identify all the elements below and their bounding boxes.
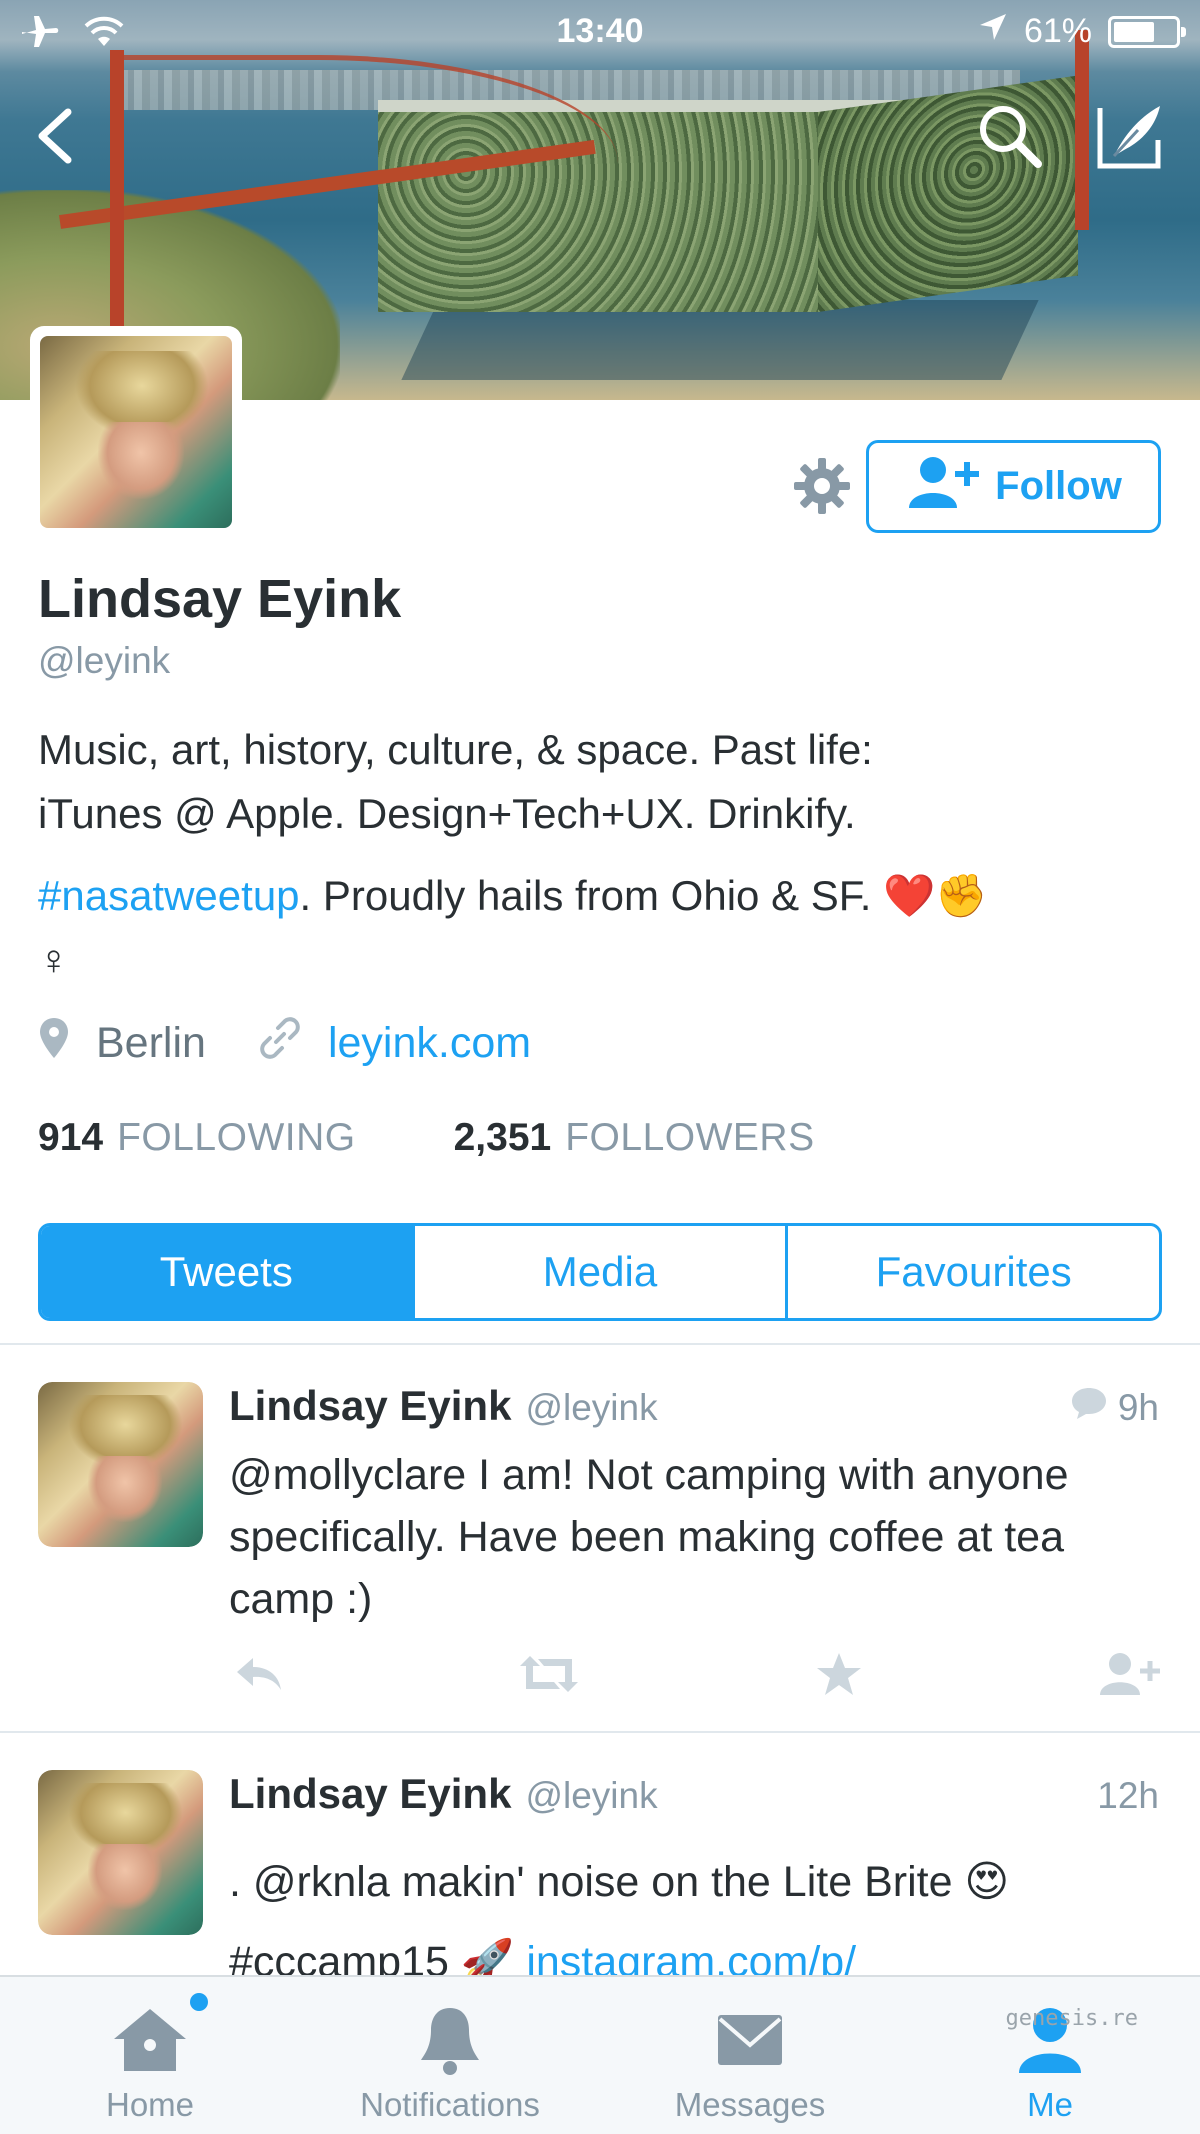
- chevron-left-icon: [32, 106, 76, 171]
- followers-label: FOLLOWERS: [565, 1116, 815, 1159]
- settings-button[interactable]: [790, 456, 854, 520]
- tweet-time-text: 9h: [1117, 1386, 1159, 1428]
- tweet-author-name: Lindsay Eyink: [229, 1382, 512, 1429]
- tweet[interactable]: Lindsay Eyink @leyink 12h . @rknla makin…: [0, 1770, 1200, 1986]
- profile-bio: Music, art, history, culture, & space. P…: [38, 718, 1168, 992]
- star-icon: [815, 1651, 863, 1702]
- search-icon: [976, 102, 1044, 175]
- profile-handle: @leyink: [38, 640, 171, 681]
- avatar-photo: [38, 1382, 203, 1547]
- following-stat[interactable]: 914 FOLLOWING: [38, 1116, 356, 1160]
- profile-meta: Berlin leyink.com: [38, 1016, 531, 1071]
- tab-home[interactable]: Home: [0, 1977, 300, 2134]
- add-user-icon: [1098, 1651, 1160, 1702]
- tweet-timestamp: 12h: [1097, 1775, 1159, 1816]
- bio-line: Music, art, history, culture, & space. P…: [38, 726, 873, 773]
- tab-tweets[interactable]: Tweets: [41, 1226, 412, 1318]
- envelope-icon: [716, 2000, 784, 2080]
- follow-user-button[interactable]: [1098, 1646, 1160, 1706]
- profile-name: Lindsay Eyink: [38, 569, 402, 629]
- tweet-avatar[interactable]: [38, 1770, 203, 1935]
- location-arrow-icon: [978, 12, 1008, 51]
- tab-me-label: Me: [1027, 2086, 1073, 2123]
- following-label: FOLLOWING: [117, 1116, 356, 1159]
- battery-icon: [1108, 15, 1186, 48]
- location-pin-icon: [38, 1016, 70, 1071]
- compose-tweet-button[interactable]: [1090, 98, 1170, 178]
- tweet-text: @mollyclare I am! Not camping with anyon…: [229, 1451, 1069, 1623]
- retweet-icon: [518, 1654, 580, 1699]
- tweet-author-handle: @leyink: [525, 1775, 658, 1816]
- tweet-divider: [0, 1731, 1200, 1733]
- tab-messages[interactable]: Messages: [600, 1977, 900, 2134]
- profile-tabs: Tweets Media Favourites: [38, 1223, 1162, 1321]
- follow-button-label: Follow: [995, 464, 1122, 508]
- home-icon: [112, 2000, 188, 2080]
- tab-notifications-label: Notifications: [360, 2086, 540, 2123]
- unread-dot: [190, 1993, 208, 2011]
- tweet-author-handle: @leyink: [525, 1387, 658, 1428]
- bio-line: ♀: [38, 936, 70, 983]
- tab-notifications[interactable]: Notifications: [300, 1977, 600, 2134]
- watermark-text: genesis.re: [1005, 2006, 1138, 2031]
- following-count: 914: [38, 1116, 104, 1159]
- gear-icon: [792, 456, 852, 521]
- bio-line: #nasatweetup. Proudly hails from Ohio & …: [38, 864, 1168, 928]
- favorite-button[interactable]: [809, 1646, 869, 1706]
- reply-button[interactable]: [229, 1646, 289, 1706]
- link-icon: [258, 1016, 302, 1071]
- tweet-timestamp: 9h: [1070, 1386, 1159, 1429]
- bell-icon: [419, 2000, 481, 2080]
- follow-button[interactable]: Follow: [866, 440, 1161, 533]
- tab-messages-label: Messages: [674, 2086, 826, 2123]
- profile-location: Berlin: [96, 1019, 206, 1067]
- compose-quill-icon: [1094, 100, 1166, 177]
- reply-icon: [233, 1654, 285, 1699]
- tweet-avatar[interactable]: [38, 1382, 203, 1547]
- status-bar: 13:40 61%: [0, 0, 1200, 64]
- tweet-header: Lindsay Eyink @leyink 12h: [229, 1770, 1159, 1830]
- tab-favourites[interactable]: Favourites: [785, 1226, 1159, 1318]
- section-divider: [0, 1343, 1200, 1345]
- battery-percent: 61%: [1023, 12, 1092, 50]
- add-user-icon: [905, 454, 981, 520]
- back-button[interactable]: [14, 98, 94, 178]
- tweet-text-line: . @rknla makin' noise on the Lite Brite …: [229, 1858, 1010, 1906]
- tweet-actions: [229, 1646, 1160, 1706]
- status-right: 61%: [978, 12, 1186, 51]
- followers-stat[interactable]: 2,351 FOLLOWERS: [454, 1116, 815, 1160]
- bio-text: . Proudly hails from Ohio & SF. ❤️✊: [299, 872, 988, 919]
- tweet-header: Lindsay Eyink @leyink 9h: [229, 1382, 1159, 1442]
- profile-website-link[interactable]: leyink.com: [328, 1019, 531, 1068]
- bottom-tab-bar: Home Notifications Messages Me: [0, 1975, 1200, 2134]
- search-button[interactable]: [970, 98, 1050, 178]
- bio-hashtag-link[interactable]: #nasatweetup: [38, 872, 300, 919]
- tweet[interactable]: Lindsay Eyink @leyink 9h @mollyclare I a…: [0, 1382, 1200, 1732]
- tab-home-label: Home: [105, 2086, 195, 2123]
- conversation-icon: [1070, 1386, 1108, 1429]
- bio-line: iTunes @ Apple. Design+Tech+UX. Drinkify…: [38, 790, 856, 837]
- avatar-photo: [40, 336, 232, 528]
- profile-avatar[interactable]: [30, 326, 242, 538]
- profile-stats: 914 FOLLOWING 2,351 FOLLOWERS: [38, 1116, 815, 1160]
- avatar-photo: [38, 1770, 203, 1935]
- tweet-author-name: Lindsay Eyink: [229, 1770, 512, 1817]
- followers-count: 2,351: [453, 1116, 552, 1159]
- tab-me[interactable]: Me: [900, 1977, 1200, 2134]
- banner-shadow: [401, 300, 1039, 380]
- bridge-tower: [110, 50, 124, 330]
- retweet-button[interactable]: [519, 1646, 579, 1706]
- tab-media[interactable]: Media: [411, 1226, 786, 1318]
